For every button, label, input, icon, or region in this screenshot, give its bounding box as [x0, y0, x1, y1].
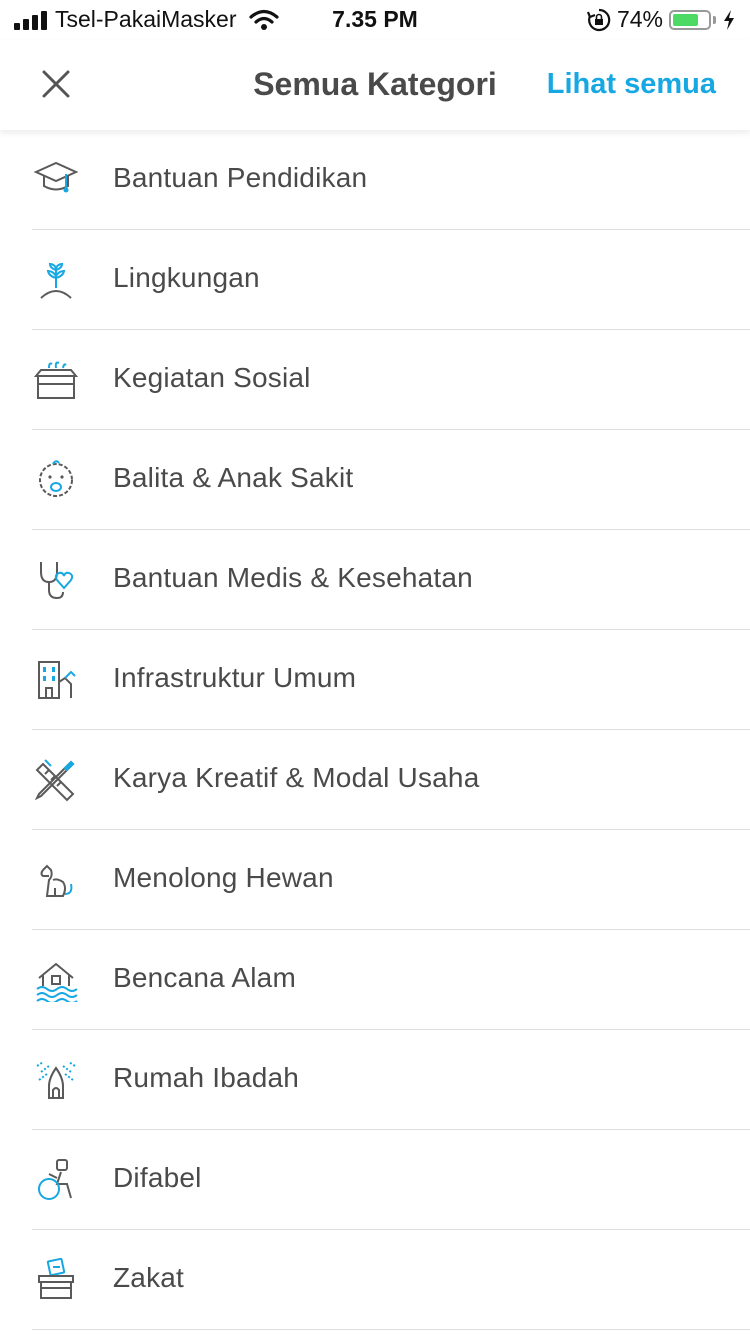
category-item-balita-anak-sakit[interactable]: Balita & Anak Sakit [0, 430, 750, 530]
category-label: Karya Kreatif & Modal Usaha [113, 762, 480, 793]
category-label: Difabel [113, 1162, 202, 1193]
category-item-lingkungan[interactable]: Lingkungan [0, 230, 750, 330]
wheelchair-icon [38, 1159, 72, 1200]
status-bar-right: 74% [586, 6, 736, 33]
plant-icon [40, 262, 72, 299]
flood-house-icon [36, 962, 78, 1002]
worship-house-icon [36, 1061, 76, 1099]
charging-icon [724, 9, 734, 30]
battery-percent: 74% [616, 6, 663, 32]
category-item-rumah-ibadah[interactable]: Rumah Ibadah [0, 1030, 750, 1130]
category-label: Bantuan Pendidikan [113, 162, 368, 193]
category-item-bencana-alam[interactable]: Bencana Alam [0, 930, 750, 1030]
stethoscope-icon [40, 562, 74, 600]
category-label: Kegiatan Sosial [113, 362, 311, 393]
category-item-karya-kreatif-modal-usaha[interactable]: Karya Kreatif & Modal Usaha [0, 730, 750, 830]
category-label: Infrastruktur Umum [113, 662, 357, 693]
battery-cap [713, 15, 716, 24]
dog-icon [40, 864, 73, 897]
category-label: Balita & Anak Sakit [113, 462, 354, 493]
building-icon [38, 661, 76, 699]
battery-icon [669, 9, 711, 30]
category-item-menolong-hewan[interactable]: Menolong Hewan [0, 830, 750, 930]
category-label: Rumah Ibadah [113, 1062, 300, 1093]
rotation-lock-icon [586, 8, 611, 31]
category-label: Zakat [113, 1262, 185, 1293]
category-label: Bantuan Medis & Kesehatan [113, 562, 473, 593]
donation-box-icon [38, 1258, 74, 1299]
category-item-bantuan-pendidikan[interactable]: Bantuan Pendidikan [0, 130, 750, 230]
category-item-kegiatan-sosial[interactable]: Kegiatan Sosial [0, 330, 750, 430]
category-item-bantuan-medis-kesehatan[interactable]: Bantuan Medis & Kesehatan [0, 530, 750, 630]
category-item-difabel[interactable]: Difabel [0, 1130, 750, 1230]
top-app-bar: Semua Kategori Lihat semua [0, 40, 750, 130]
battery-level [673, 13, 699, 26]
category-item-infrastruktur-umum[interactable]: Infrastruktur Umum [0, 630, 750, 730]
status-bar: Tsel-PakaiMasker 7.35 PM 74% [0, 0, 750, 40]
see-all-link[interactable]: Lihat semua [547, 68, 716, 101]
pencil-ruler-icon [34, 759, 75, 802]
category-label: Lingkungan [113, 262, 260, 293]
category-label: Menolong Hewan [113, 862, 334, 893]
box-icon [33, 361, 79, 399]
category-label: Bencana Alam [113, 962, 296, 993]
category-item-zakat[interactable]: Zakat [0, 1230, 750, 1330]
category-list: Bantuan Pendidikan Lingkungan Kegiatan S… [0, 130, 750, 1330]
baby-icon [39, 460, 73, 497]
graduation-cap-icon [33, 161, 79, 193]
